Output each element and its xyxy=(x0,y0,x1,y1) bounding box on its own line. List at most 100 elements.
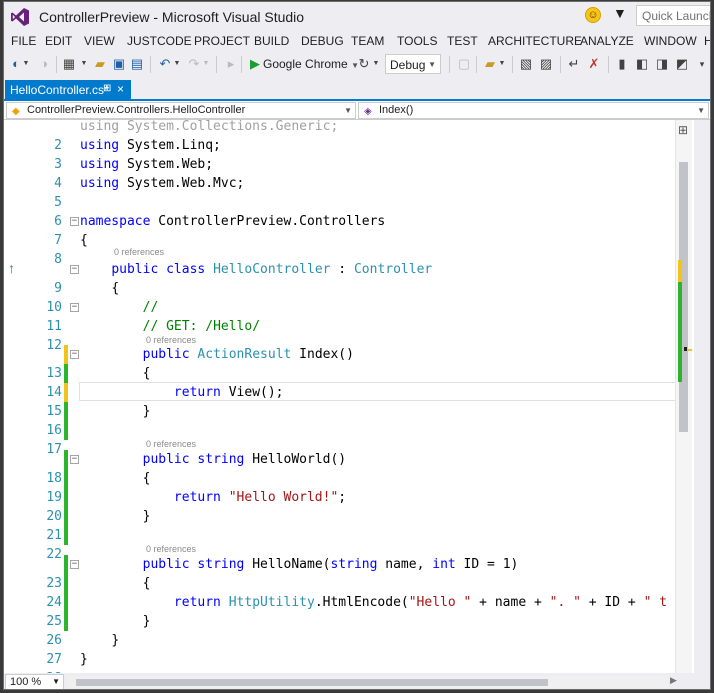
notifications-flag-icon[interactable]: ▼ xyxy=(613,5,627,21)
horizontal-scrollbar[interactable] xyxy=(68,676,668,688)
navigate-forward-icon[interactable]: ◑ xyxy=(36,56,52,72)
horizontal-scrollbar-thumb[interactable] xyxy=(76,679,548,686)
menu-window[interactable]: WINDOW xyxy=(644,34,697,48)
type-selector-dropdown[interactable]: ◆ ControllerPreview.Controllers.HelloCon… xyxy=(6,102,356,119)
member-selector-dropdown[interactable]: ◈ Index() ▼ xyxy=(358,102,709,119)
pin-tab-icon[interactable]: ⊞ xyxy=(103,83,111,94)
step-icon[interactable]: ▸ xyxy=(223,56,239,72)
code-line: 5 using System.Web.Mvc; xyxy=(4,174,694,210)
undo-chevron-icon[interactable]: ▼ xyxy=(173,56,181,72)
toolbar-separator xyxy=(512,56,513,73)
tab-hellocontroller[interactable]: HelloController.cs* ⊞ × xyxy=(5,80,131,101)
comment-lines-icon[interactable]: ▧ xyxy=(518,56,534,72)
undo-icon[interactable]: ↶ xyxy=(157,56,173,72)
save-icon[interactable]: ▣ xyxy=(111,56,127,72)
menu-help[interactable]: H xyxy=(704,34,710,48)
keyword: return xyxy=(173,490,221,505)
refresh-chevron-icon[interactable]: ▼ xyxy=(372,56,380,72)
browser-target-dropdown[interactable]: Google Chrome ▼ xyxy=(263,54,359,74)
menu-analyze[interactable]: ANALYZE xyxy=(580,34,634,48)
code-line: 13 − public ActionResult Index() xyxy=(4,345,694,381)
scroll-right-icon[interactable]: ▶ xyxy=(670,675,677,686)
redo-chevron-icon[interactable]: ▼ xyxy=(202,56,210,72)
toolbar-separator xyxy=(150,56,151,73)
solution-configuration-select[interactable]: Debug ▼ xyxy=(385,54,441,74)
refresh-browser-icon[interactable]: ↻ xyxy=(356,56,372,72)
member-selector-value: Index() xyxy=(379,104,414,116)
bookmark-toggle-icon[interactable]: ◨ xyxy=(654,56,670,72)
code-line: 14 { xyxy=(4,364,694,400)
find-chevron-icon[interactable]: ▼ xyxy=(498,56,506,72)
keyword: using xyxy=(80,138,120,153)
type-name: HelloController xyxy=(213,262,331,277)
code-line: 19 { xyxy=(4,469,694,505)
code-line: 9 − public class HelloController : Contr… xyxy=(4,260,694,296)
string-literal: " t xyxy=(643,595,668,610)
back-dropdown-chevron-icon[interactable]: ▼ xyxy=(22,56,30,72)
redo-icon[interactable]: ↷ xyxy=(186,56,202,72)
code-text: } xyxy=(142,614,151,629)
find-in-files-icon[interactable]: ▰ xyxy=(482,56,498,72)
keyword: public xyxy=(142,452,190,467)
toolbar-separator xyxy=(608,56,609,73)
zoom-chevron-icon: ▼ xyxy=(52,677,60,686)
bookmark-prev-icon[interactable]: ↵ xyxy=(566,56,582,72)
saved-change-bar xyxy=(64,593,68,612)
code-text: { xyxy=(142,471,151,486)
split-window-icon[interactable]: ⊞ xyxy=(678,123,688,137)
bookmark-icon[interactable]: ▮ xyxy=(614,56,630,72)
menu-file[interactable]: FILE xyxy=(11,34,36,48)
menu-edit[interactable]: EDIT xyxy=(45,34,72,48)
toolbar-overflow-icon[interactable]: ▾ xyxy=(694,56,710,72)
menu-team[interactable]: TEAM xyxy=(351,34,384,48)
zoom-level-select[interactable]: 100 % ▼ xyxy=(5,674,64,689)
keyword: string xyxy=(197,557,245,572)
keyword: namespace xyxy=(80,214,151,229)
menu-justcode[interactable]: JUSTCODE xyxy=(127,34,192,48)
code-editor[interactable]: ↑ 0 references 0 references 0 references… xyxy=(4,120,694,673)
configuration-chevron-icon: ▼ xyxy=(428,60,436,69)
close-tab-icon[interactable]: × xyxy=(117,82,124,96)
visual-studio-window: ControllerPreview - Microsoft Visual Stu… xyxy=(3,1,711,690)
collapse-region-icon[interactable]: − xyxy=(70,350,79,359)
menu-build[interactable]: BUILD xyxy=(254,34,289,48)
window-title: ControllerPreview - Microsoft Visual Stu… xyxy=(39,9,305,25)
menu-tools[interactable]: TOOLS xyxy=(397,34,437,48)
toolbar-separator xyxy=(560,56,561,73)
new-project-chevron-icon[interactable]: ▼ xyxy=(80,56,88,72)
code-text: ID = 1) xyxy=(455,557,519,572)
collapse-region-icon[interactable]: − xyxy=(70,265,79,274)
menu-test[interactable]: TEST xyxy=(447,34,478,48)
menu-architecture[interactable]: ARCHITECTURE xyxy=(488,34,582,48)
new-project-icon[interactable]: ▦ xyxy=(61,56,77,72)
bookmark-next-icon[interactable]: ◧ xyxy=(634,56,650,72)
keyword: using xyxy=(80,176,120,191)
collapse-region-icon[interactable]: − xyxy=(70,560,79,569)
open-file-icon[interactable]: ▰ xyxy=(92,56,108,72)
uncomment-lines-icon[interactable]: ▨ xyxy=(538,56,554,72)
code-line: 24 { xyxy=(4,574,694,610)
caret-position-marker xyxy=(684,347,687,351)
attach-icon[interactable]: ▢ xyxy=(456,56,472,72)
saved-change-bar xyxy=(64,555,68,574)
bookmark-clear-icon[interactable]: ✗ xyxy=(586,56,602,72)
collapse-region-icon[interactable]: − xyxy=(70,455,79,464)
save-all-icon[interactable]: ▤ xyxy=(129,56,145,72)
bookmark-disable-icon[interactable]: ◩ xyxy=(674,56,690,72)
quick-launch-input[interactable]: Quick Launch xyxy=(636,5,710,26)
code-line: 10 { xyxy=(4,279,694,315)
method-icon: ◈ xyxy=(364,106,372,117)
collapse-region-icon[interactable]: − xyxy=(70,303,79,312)
code-text: name, xyxy=(377,557,433,572)
start-debug-icon[interactable]: ▶ xyxy=(247,56,263,72)
vertical-scrollbar[interactable]: ⊞ xyxy=(675,120,692,673)
visual-studio-logo-icon xyxy=(11,8,29,26)
menu-project[interactable]: PROJECT xyxy=(194,34,250,48)
collapse-region-icon[interactable]: − xyxy=(70,217,79,226)
menu-view[interactable]: VIEW xyxy=(84,34,115,48)
code-text: { xyxy=(142,366,151,381)
class-icon: ◆ xyxy=(12,106,20,117)
menu-debug[interactable]: DEBUG xyxy=(301,34,344,48)
feedback-smiley-icon[interactable]: ☺ xyxy=(585,7,601,23)
toolbar-separator xyxy=(449,56,450,73)
